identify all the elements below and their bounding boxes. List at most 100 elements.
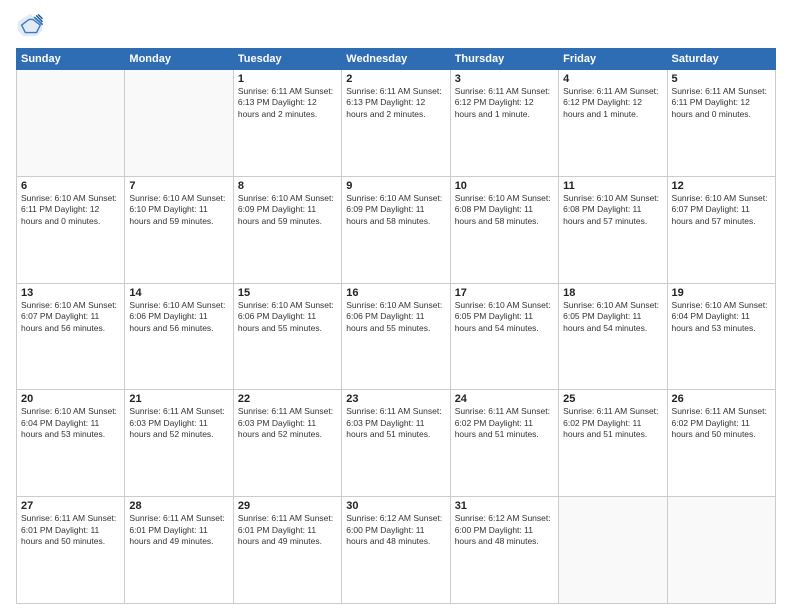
day-cell	[559, 497, 667, 604]
day-header-monday: Monday	[125, 49, 233, 70]
day-cell: 11Sunrise: 6:10 AM Sunset: 6:08 PM Dayli…	[559, 176, 667, 283]
day-info: Sunrise: 6:10 AM Sunset: 6:11 PM Dayligh…	[21, 193, 120, 227]
day-info: Sunrise: 6:10 AM Sunset: 6:07 PM Dayligh…	[672, 193, 771, 227]
day-cell: 15Sunrise: 6:10 AM Sunset: 6:06 PM Dayli…	[233, 283, 341, 390]
day-info: Sunrise: 6:12 AM Sunset: 6:00 PM Dayligh…	[455, 513, 554, 547]
day-info: Sunrise: 6:11 AM Sunset: 6:02 PM Dayligh…	[563, 406, 662, 440]
week-row-5: 27 Sunrise: 6:11 AM Sunset: 6:01 PM Dayli…	[17, 497, 776, 604]
day-info: Sunrise: 6:10 AM Sunset: 6:05 PM Dayligh…	[455, 300, 554, 334]
day-info: Sunrise: 6:10 AM Sunset: 6:06 PM Dayligh…	[129, 300, 228, 334]
day-cell: 9Sunrise: 6:10 AM Sunset: 6:09 PM Daylig…	[342, 176, 450, 283]
day-info: Sunrise: 6:10 AM Sunset: 6:10 PM Dayligh…	[129, 193, 228, 227]
day-cell: 21Sunrise: 6:11 AM Sunset: 6:03 PM Dayli…	[125, 390, 233, 497]
day-cell	[17, 70, 125, 177]
week-row-2: 6Sunrise: 6:10 AM Sunset: 6:11 PM Daylig…	[17, 176, 776, 283]
day-number: 2	[346, 73, 445, 85]
day-header-thursday: Thursday	[450, 49, 558, 70]
day-info: Sunrise: 6:10 AM Sunset: 6:09 PM Dayligh…	[238, 193, 337, 227]
day-number: 29	[238, 500, 337, 512]
day-header-friday: Friday	[559, 49, 667, 70]
day-cell: 22Sunrise: 6:11 AM Sunset: 6:03 PM Dayli…	[233, 390, 341, 497]
day-cell: 8Sunrise: 6:10 AM Sunset: 6:09 PM Daylig…	[233, 176, 341, 283]
day-header-saturday: Saturday	[667, 49, 775, 70]
day-info: Sunrise: 6:11 AM Sunset: 6:12 PM Dayligh…	[455, 86, 554, 120]
day-number: 1	[238, 73, 337, 85]
day-info: Sunrise: 6:11 AM Sunset: 6:03 PM Dayligh…	[238, 406, 337, 440]
logo	[16, 12, 48, 40]
day-number: 8	[238, 180, 337, 192]
day-header-tuesday: Tuesday	[233, 49, 341, 70]
logo-icon	[16, 12, 44, 40]
day-info: Sunrise: 6:11 AM Sunset: 6:01 PM Dayligh…	[129, 513, 228, 547]
day-info: Sunrise: 6:11 AM Sunset: 6:03 PM Dayligh…	[346, 406, 445, 440]
day-number: 18	[563, 287, 662, 299]
day-info: Sunrise: 6:10 AM Sunset: 6:06 PM Dayligh…	[238, 300, 337, 334]
day-number: 19	[672, 287, 771, 299]
week-row-1: 1 Sunrise: 6:11 AM Sunset: 6:13 PM Daylig…	[17, 70, 776, 177]
day-cell: 14Sunrise: 6:10 AM Sunset: 6:06 PM Dayli…	[125, 283, 233, 390]
day-cell	[667, 497, 775, 604]
day-info: Sunrise: 6:10 AM Sunset: 6:08 PM Dayligh…	[563, 193, 662, 227]
day-info: Sunrise: 6:10 AM Sunset: 6:08 PM Dayligh…	[455, 193, 554, 227]
day-cell: 23Sunrise: 6:11 AM Sunset: 6:03 PM Dayli…	[342, 390, 450, 497]
calendar-table: SundayMondayTuesdayWednesdayThursdayFrid…	[16, 48, 776, 604]
day-number: 17	[455, 287, 554, 299]
day-number: 6	[21, 180, 120, 192]
day-cell: 27Sunrise: 6:11 AM Sunset: 6:01 PM Dayli…	[17, 497, 125, 604]
day-info: Sunrise: 6:11 AM Sunset: 6:12 PM Dayligh…	[563, 86, 662, 120]
week-row-4: 20Sunrise: 6:10 AM Sunset: 6:04 PM Dayli…	[17, 390, 776, 497]
day-cell: 7Sunrise: 6:10 AM Sunset: 6:10 PM Daylig…	[125, 176, 233, 283]
day-cell: 2Sunrise: 6:11 AM Sunset: 6:13 PM Daylig…	[342, 70, 450, 177]
day-info: Sunrise: 6:10 AM Sunset: 6:05 PM Dayligh…	[563, 300, 662, 334]
day-number: 9	[346, 180, 445, 192]
day-number: 13	[21, 287, 120, 299]
day-info: Sunrise: 6:11 AM Sunset: 6:03 PM Dayligh…	[129, 406, 228, 440]
day-cell: 28Sunrise: 6:11 AM Sunset: 6:01 PM Dayli…	[125, 497, 233, 604]
day-cell: 19Sunrise: 6:10 AM Sunset: 6:04 PM Dayli…	[667, 283, 775, 390]
day-number: 14	[129, 287, 228, 299]
day-number: 23	[346, 393, 445, 405]
week-row-3: 13Sunrise: 6:10 AM Sunset: 6:07 PM Dayli…	[17, 283, 776, 390]
day-number: 5	[672, 73, 771, 85]
day-cell: 26Sunrise: 6:11 AM Sunset: 6:02 PM Dayli…	[667, 390, 775, 497]
day-cell: 24Sunrise: 6:11 AM Sunset: 6:02 PM Dayli…	[450, 390, 558, 497]
day-info: Sunrise: 6:11 AM Sunset: 6:02 PM Dayligh…	[672, 406, 771, 440]
day-cell: 5Sunrise: 6:11 AM Sunset: 6:11 PM Daylig…	[667, 70, 775, 177]
day-cell	[125, 70, 233, 177]
day-info: Sunrise: 6:10 AM Sunset: 6:06 PM Dayligh…	[346, 300, 445, 334]
day-header-wednesday: Wednesday	[342, 49, 450, 70]
day-number: 31	[455, 500, 554, 512]
day-info: Sunrise: 6:10 AM Sunset: 6:07 PM Dayligh…	[21, 300, 120, 334]
day-cell: 12Sunrise: 6:10 AM Sunset: 6:07 PM Dayli…	[667, 176, 775, 283]
day-info: Sunrise: 6:10 AM Sunset: 6:04 PM Dayligh…	[21, 406, 120, 440]
day-number: 30	[346, 500, 445, 512]
day-number: 16	[346, 287, 445, 299]
day-cell: 10Sunrise: 6:10 AM Sunset: 6:08 PM Dayli…	[450, 176, 558, 283]
day-cell: 16Sunrise: 6:10 AM Sunset: 6:06 PM Dayli…	[342, 283, 450, 390]
day-number: 12	[672, 180, 771, 192]
day-number: 21	[129, 393, 228, 405]
day-number: 26	[672, 393, 771, 405]
day-cell: 31Sunrise: 6:12 AM Sunset: 6:00 PM Dayli…	[450, 497, 558, 604]
day-info: Sunrise: 6:12 AM Sunset: 6:00 PM Dayligh…	[346, 513, 445, 547]
header	[16, 12, 776, 40]
day-cell: 20Sunrise: 6:10 AM Sunset: 6:04 PM Dayli…	[17, 390, 125, 497]
day-info: Sunrise: 6:11 AM Sunset: 6:01 PM Dayligh…	[238, 513, 337, 547]
day-number: 24	[455, 393, 554, 405]
day-cell: 25Sunrise: 6:11 AM Sunset: 6:02 PM Dayli…	[559, 390, 667, 497]
day-header-sunday: Sunday	[17, 49, 125, 70]
day-cell: 13Sunrise: 6:10 AM Sunset: 6:07 PM Dayli…	[17, 283, 125, 390]
day-number: 27	[21, 500, 120, 512]
day-info: Sunrise: 6:11 AM Sunset: 6:11 PM Dayligh…	[672, 86, 771, 120]
day-cell: 6Sunrise: 6:10 AM Sunset: 6:11 PM Daylig…	[17, 176, 125, 283]
day-info: Sunrise: 6:10 AM Sunset: 6:09 PM Dayligh…	[346, 193, 445, 227]
day-info: Sunrise: 6:10 AM Sunset: 6:04 PM Dayligh…	[672, 300, 771, 334]
day-cell: 29Sunrise: 6:11 AM Sunset: 6:01 PM Dayli…	[233, 497, 341, 604]
page: SundayMondayTuesdayWednesdayThursdayFrid…	[0, 0, 792, 612]
day-number: 28	[129, 500, 228, 512]
day-cell: 3Sunrise: 6:11 AM Sunset: 6:12 PM Daylig…	[450, 70, 558, 177]
day-number: 7	[129, 180, 228, 192]
day-info: Sunrise: 6:11 AM Sunset: 6:13 PM Dayligh…	[346, 86, 445, 120]
day-number: 15	[238, 287, 337, 299]
day-cell: 17Sunrise: 6:10 AM Sunset: 6:05 PM Dayli…	[450, 283, 558, 390]
